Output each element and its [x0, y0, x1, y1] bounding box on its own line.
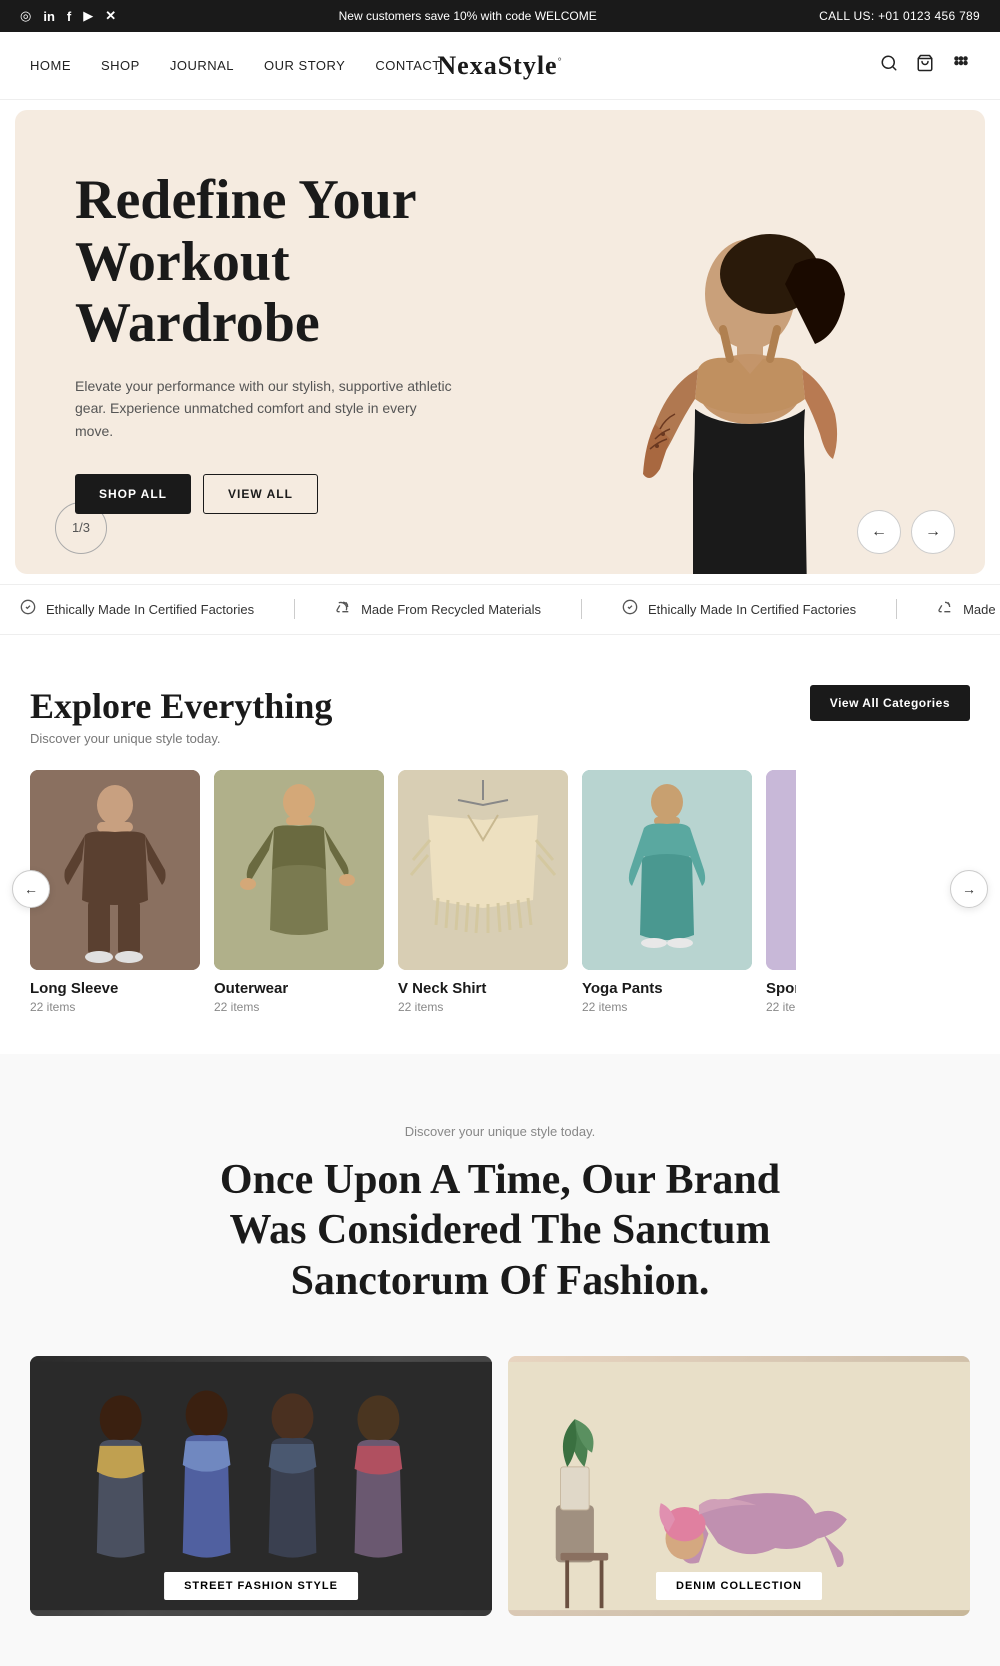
facebook-icon[interactable]: f [67, 9, 71, 24]
category-name-4: Sports [766, 980, 796, 997]
cart-icon[interactable] [916, 54, 934, 77]
carousel-prev-button[interactable]: ← [12, 870, 50, 908]
logo-mark: ° [558, 56, 563, 67]
brand-image-street[interactable]: STREET FASHION STYLE [30, 1356, 492, 1616]
ticker-text-2: Made From Recycled Materials [361, 602, 541, 617]
ticker-divider-3 [896, 599, 897, 619]
ticker-text-3: Ethically Made In Certified Factories [648, 602, 856, 617]
carousel-next-button[interactable]: → [950, 870, 988, 908]
menu-grid-icon[interactable] [952, 54, 970, 77]
nav-contact[interactable]: CONTACT [375, 58, 440, 73]
explore-header: Explore Everything Discover your unique … [30, 685, 970, 746]
phone-number: CALL US: +01 0123 456 789 [819, 9, 980, 23]
category-name-3: Yoga Pants [582, 980, 752, 997]
category-count-0: 22 items [30, 1000, 200, 1014]
explore-section: Explore Everything Discover your unique … [0, 635, 1000, 1054]
category-grid: Long Sleeve 22 items [30, 770, 970, 1014]
top-bar: ◎ in f ▶ ✕ New customers save 10% with c… [0, 0, 1000, 32]
linkedin-icon[interactable]: in [43, 9, 55, 24]
youtube-icon[interactable]: ▶ [83, 8, 93, 24]
category-name-1: Outerwear [214, 980, 384, 997]
hero-title-line2: Workout Wardrobe [75, 231, 320, 355]
brand-image-denim[interactable]: DENIM COLLECTION [508, 1356, 970, 1616]
promo-text: New customers save 10% with code WELCOME [116, 9, 819, 23]
category-img-long-sleeve [30, 770, 200, 970]
category-count-2: 22 items [398, 1000, 568, 1014]
brand-story-title: Once Upon A Time, Our Brand Was Consider… [180, 1155, 820, 1306]
category-card-sports[interactable]: Sports 22 items [766, 770, 796, 1014]
instagram-icon[interactable]: ◎ [20, 8, 31, 24]
explore-titles: Explore Everything Discover your unique … [30, 685, 332, 746]
hero-nav-arrows[interactable]: ← → [857, 510, 955, 554]
ticker-bar: Ethically Made In Certified Factories Ma… [0, 584, 1000, 635]
brand-label-denim: DENIM COLLECTION [656, 1572, 822, 1600]
logo-text: NexaStyle [437, 51, 557, 80]
explore-subtitle: Discover your unique style today. [30, 731, 332, 746]
hero-next-button[interactable]: → [911, 510, 955, 554]
site-logo[interactable]: NexaStyle° [437, 51, 562, 81]
main-nav: HOME SHOP JOURNAL OUR STORY CONTACT Nexa… [0, 32, 1000, 100]
hero-buttons[interactable]: SHOP ALL VIEW ALL [75, 474, 475, 514]
nav-journal[interactable]: JOURNAL [170, 58, 234, 73]
hero-subtitle: Elevate your performance with our stylis… [75, 375, 455, 442]
nav-shop[interactable]: SHOP [101, 58, 140, 73]
search-icon[interactable] [880, 54, 898, 77]
nav-our-story[interactable]: OUR STORY [264, 58, 345, 73]
category-img-yoga [582, 770, 752, 970]
category-card-outerwear[interactable]: Outerwear 22 items [214, 770, 384, 1014]
promo-message: New customers save 10% with code WELCOME [339, 9, 597, 23]
ticker-text-4: Made From Recycled Materials [963, 602, 1000, 617]
brand-images: STREET FASHION STYLE [30, 1356, 970, 1616]
hero-title-line1: Redefine Your [75, 169, 417, 231]
call-info: CALL US: +01 0123 456 789 [819, 9, 980, 23]
category-img-sports [766, 770, 796, 970]
category-name-2: V Neck Shirt [398, 980, 568, 997]
recycle-icon-1 [335, 599, 351, 620]
ticker-item-1: Ethically Made In Certified Factories [20, 599, 254, 620]
hero-section: Redefine Your Workout Wardrobe Elevate y… [15, 110, 985, 574]
ticker-divider-2 [581, 599, 582, 619]
ticker-text-1: Ethically Made In Certified Factories [46, 602, 254, 617]
ticker-item-4: Made From Recycled Materials [937, 599, 1000, 620]
view-all-button[interactable]: VIEW ALL [203, 474, 318, 514]
nav-icons[interactable] [880, 54, 970, 77]
recycle-icon-2 [937, 599, 953, 620]
brand-story-section: Discover your unique style today. Once U… [0, 1054, 1000, 1666]
checkmark-icon-1 [20, 599, 36, 620]
category-count-4: 22 items [766, 1000, 796, 1014]
twitter-icon[interactable]: ✕ [105, 8, 116, 24]
brand-story-sub: Discover your unique style today. [30, 1124, 970, 1139]
category-card-yoga[interactable]: Yoga Pants 22 items [582, 770, 752, 1014]
category-card-vneck[interactable]: V Neck Shirt 22 items [398, 770, 568, 1014]
checkmark-icon-2 [622, 599, 638, 620]
hero-content: Redefine Your Workout Wardrobe Elevate y… [15, 110, 535, 574]
category-img-outerwear [214, 770, 384, 970]
category-img-vneck [398, 770, 568, 970]
social-links[interactable]: ◎ in f ▶ ✕ [20, 8, 116, 24]
brand-label-street: STREET FASHION STYLE [164, 1572, 358, 1600]
ticker-item-2: Made From Recycled Materials [335, 599, 541, 620]
category-name-0: Long Sleeve [30, 980, 200, 997]
category-carousel: ← [30, 770, 970, 1014]
view-all-categories-button[interactable]: View All Categories [810, 685, 970, 721]
nav-home[interactable]: HOME [30, 58, 71, 73]
explore-title: Explore Everything [30, 685, 332, 727]
ticker-item-3: Ethically Made In Certified Factories [622, 599, 856, 620]
nav-links[interactable]: HOME SHOP JOURNAL OUR STORY CONTACT [30, 58, 441, 73]
category-count-3: 22 items [582, 1000, 752, 1014]
hero-prev-button[interactable]: ← [857, 510, 901, 554]
category-card-long-sleeve[interactable]: Long Sleeve 22 items [30, 770, 200, 1014]
shop-all-button[interactable]: SHOP ALL [75, 474, 191, 514]
hero-title: Redefine Your Workout Wardrobe [75, 170, 475, 355]
ticker-divider-1 [294, 599, 295, 619]
category-count-1: 22 items [214, 1000, 384, 1014]
